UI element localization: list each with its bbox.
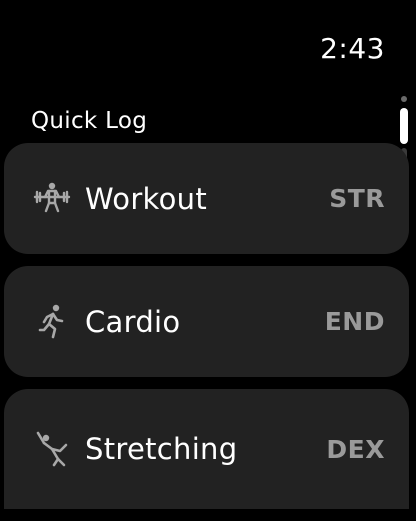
quick-log-list: Workout STR Cardio END Stretching DEX [4, 143, 409, 521]
quick-log-tag: END [324, 307, 385, 336]
quick-log-label: Workout [85, 181, 207, 216]
quick-log-item-cardio[interactable]: Cardio END [4, 266, 409, 377]
quick-log-label: Cardio [85, 304, 181, 339]
scroll-top-dot [401, 96, 407, 102]
quick-log-item-stretching[interactable]: Stretching DEX [4, 389, 409, 509]
quick-log-tag: STR [329, 184, 385, 213]
quick-log-item-workout[interactable]: Workout STR [4, 143, 409, 254]
running-icon [32, 302, 72, 342]
quick-log-tag: DEX [326, 434, 385, 464]
stretching-icon [32, 429, 72, 469]
section-title: Quick Log [31, 108, 148, 134]
weightlifting-icon [32, 179, 72, 219]
status-time: 2:43 [320, 32, 385, 65]
scroll-thumb[interactable] [400, 108, 408, 144]
quick-log-label: Stretching [85, 432, 238, 466]
